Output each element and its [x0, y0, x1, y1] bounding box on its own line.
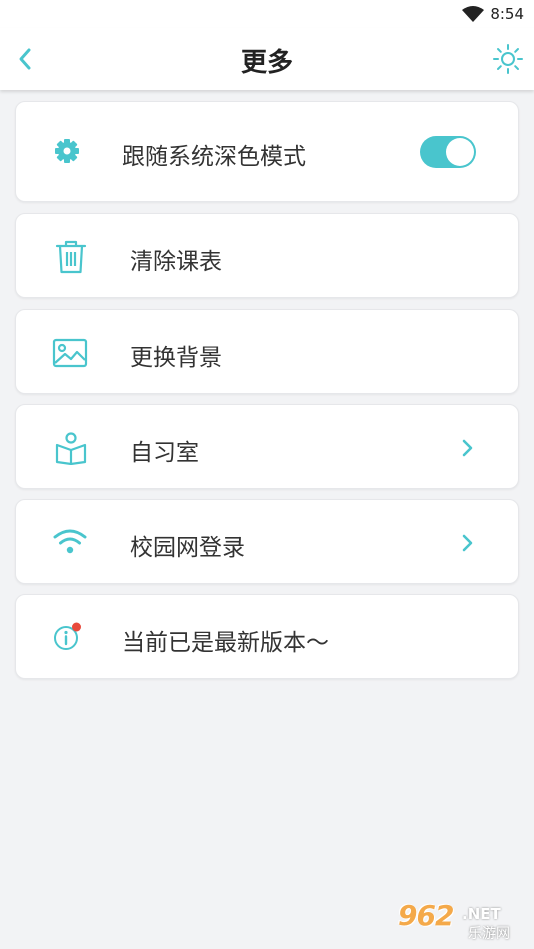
status-bar: 8:54 — [0, 0, 534, 28]
info-icon — [54, 622, 81, 650]
change-background-label: 更换背景 — [130, 345, 222, 371]
watermark-number: 962 — [398, 899, 454, 932]
campus-network-login-item[interactable]: 校园网登录 — [15, 499, 519, 584]
update-badge — [72, 622, 81, 632]
dark-mode-setting: 跟随系统深色模式 — [15, 101, 519, 202]
dark-mode-toggle[interactable] — [420, 136, 476, 168]
version-info-label: 当前已是最新版本～ — [122, 630, 329, 656]
chevron-right-icon — [462, 534, 473, 552]
dark-mode-label: 跟随系统深色模式 — [122, 144, 306, 170]
gear-icon — [55, 139, 79, 163]
clear-schedule-label: 清除课表 — [130, 249, 222, 275]
version-info-item[interactable]: 当前已是最新版本～ — [15, 594, 519, 679]
page-title: 更多 — [240, 48, 293, 78]
status-time: 8:54 — [490, 5, 524, 23]
clear-schedule-item[interactable]: 清除课表 — [15, 213, 519, 298]
wifi-icon — [53, 529, 87, 554]
study-room-item[interactable]: 自习室 — [15, 404, 519, 489]
campus-network-label: 校园网登录 — [130, 535, 245, 561]
toggle-knob — [446, 138, 474, 166]
chevron-right-icon — [462, 439, 473, 457]
watermark-net: .NET — [462, 905, 501, 923]
sun-theme-icon[interactable] — [492, 43, 524, 75]
study-room-label: 自习室 — [130, 440, 199, 466]
watermark-site-name: 乐游网 — [468, 926, 510, 942]
reading-person-icon — [55, 432, 87, 465]
image-icon — [52, 338, 88, 368]
site-watermark-logo: 962 .NET 乐游网 — [398, 899, 526, 943]
change-background-item[interactable]: 更换背景 — [15, 309, 519, 394]
trash-icon — [55, 240, 87, 274]
wifi-signal-icon — [462, 6, 484, 22]
app-bar: 更多 — [0, 28, 534, 90]
